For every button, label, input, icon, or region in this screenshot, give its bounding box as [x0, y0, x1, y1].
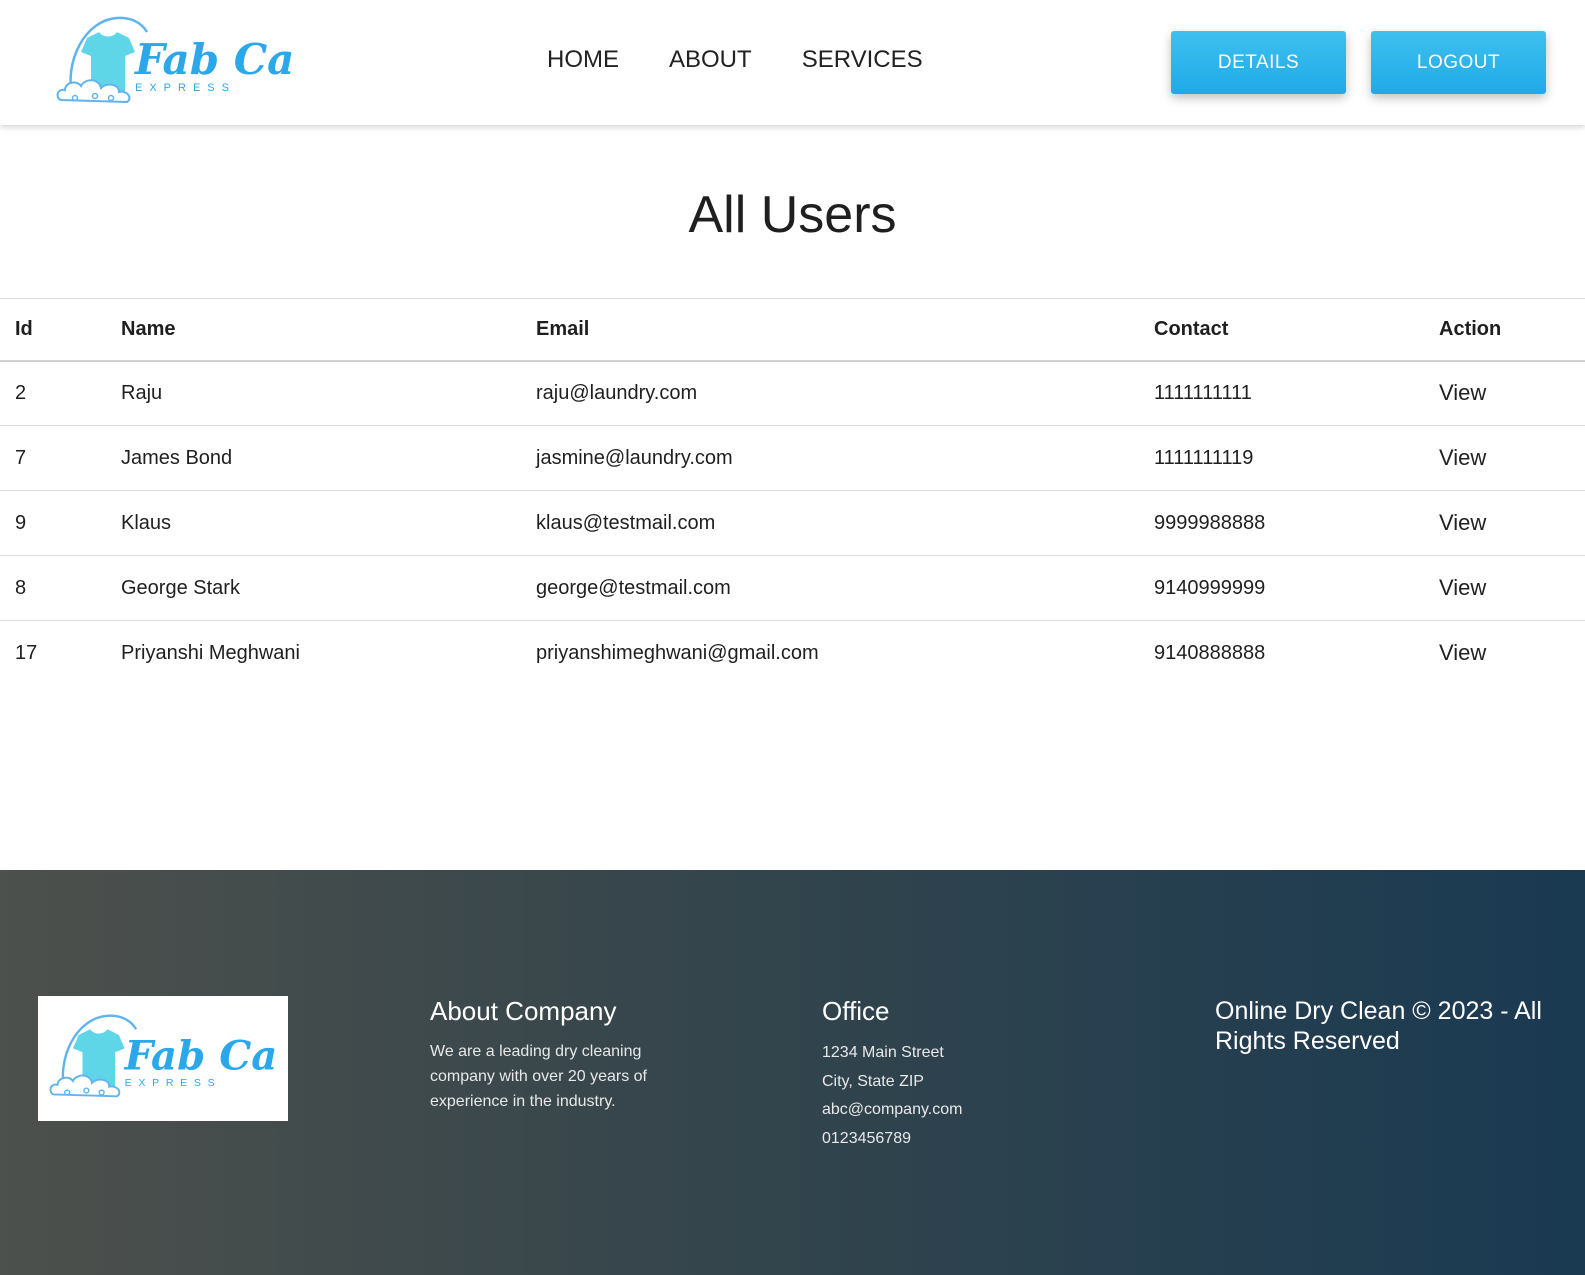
users-table: Id Name Email Contact Action 2 Raju raju…	[0, 298, 1585, 686]
table-row: 7 James Bond jasmine@laundry.com 1111111…	[0, 426, 1585, 491]
cell-id: 7	[15, 446, 27, 469]
cell-id: 8	[15, 576, 27, 599]
cell-name: Raju	[121, 381, 163, 404]
footer-logo: Fab Care EXPRESS	[38, 996, 288, 1121]
column-header-action: Action	[1439, 317, 1502, 340]
footer-logo-icon: Fab Care EXPRESS	[49, 1014, 278, 1098]
view-user-link[interactable]: View	[1439, 445, 1486, 470]
cell-contact: 1111111111	[1154, 381, 1252, 404]
office-email: abc@company.com	[822, 1101, 963, 1118]
column-header-email: Email	[536, 317, 590, 340]
view-user-link[interactable]: View	[1439, 510, 1486, 535]
table-header-row: Id Name Email Contact Action	[0, 298, 1585, 361]
main-nav: HOME ABOUT SERVICES	[547, 46, 973, 74]
column-header-name: Name	[121, 317, 176, 340]
footer-copyright: Online Dry Clean © 2023 - All Rights Res…	[1215, 997, 1542, 1055]
cell-email: priyanshimeghwani@gmail.com	[536, 641, 819, 664]
cell-email: klaus@testmail.com	[536, 511, 716, 534]
cell-contact: 1111111119	[1154, 446, 1254, 469]
cell-contact: 9140999999	[1154, 576, 1266, 599]
cell-id: 9	[15, 511, 27, 534]
footer-office-heading: Office	[822, 996, 890, 1026]
svg-text:Fab Care: Fab Care	[124, 1033, 278, 1080]
view-user-link[interactable]: View	[1439, 575, 1486, 600]
users-table-container: Id Name Email Contact Action 2 Raju raju…	[0, 298, 1585, 686]
cell-id: 2	[15, 381, 27, 404]
footer-about-text: We are a leading dry cleaning company wi…	[430, 1043, 647, 1110]
cell-name: James Bond	[121, 446, 233, 469]
cell-action: View	[1424, 361, 1585, 426]
cell-contact: 9140888888	[1154, 641, 1266, 664]
cell-name: Klaus	[121, 511, 172, 534]
details-button[interactable]: DETAILS	[1171, 31, 1346, 94]
logo-icon: Fab Care EXPRESS	[56, 16, 343, 104]
cell-action: View	[1424, 556, 1585, 621]
site-footer: Fab Care EXPRESS About Company We are a …	[0, 870, 1585, 1275]
nav-services[interactable]: SERVICES	[802, 46, 923, 74]
brand-logo[interactable]: Fab Care EXPRESS	[55, 12, 343, 112]
column-header-id: Id	[15, 317, 33, 340]
nav-about[interactable]: ABOUT	[669, 46, 752, 74]
view-user-link[interactable]: View	[1439, 640, 1486, 665]
table-row: 17 Priyanshi Meghwani priyanshimeghwani@…	[0, 621, 1585, 686]
logout-button[interactable]: LOGOUT	[1371, 31, 1546, 94]
table-row: 8 George Stark george@testmail.com 91409…	[0, 556, 1585, 621]
svg-text:Fab Care: Fab Care	[134, 35, 295, 84]
svg-text:EXPRESS: EXPRESS	[125, 1077, 222, 1089]
view-user-link[interactable]: View	[1439, 380, 1486, 405]
footer-office: Office 1234 Main Street City, State ZIP …	[822, 996, 1082, 1153]
footer-about-heading: About Company	[430, 996, 617, 1026]
cell-contact: 9999988888	[1154, 511, 1266, 534]
cell-action: View	[1424, 426, 1585, 491]
nav-home[interactable]: HOME	[547, 46, 619, 74]
cell-email: george@testmail.com	[536, 576, 731, 599]
cell-action: View	[1424, 491, 1585, 556]
svg-text:EXPRESS: EXPRESS	[135, 82, 236, 94]
table-row: 2 Raju raju@laundry.com 1111111111 View	[0, 361, 1585, 426]
cell-id: 17	[15, 641, 38, 664]
office-city-line: City, State ZIP	[822, 1072, 924, 1090]
cell-action: View	[1424, 621, 1585, 686]
table-row: 9 Klaus klaus@testmail.com 9999988888 Vi…	[0, 491, 1585, 556]
office-address-line: 1234 Main Street	[822, 1044, 944, 1061]
cell-name: Priyanshi Meghwani	[121, 641, 300, 664]
site-header: Fab Care EXPRESS HOME ABOUT SERVICES DET…	[0, 0, 1585, 125]
office-phone: 0123456789	[822, 1129, 911, 1147]
cell-email: raju@laundry.com	[536, 381, 698, 404]
column-header-contact: Contact	[1154, 317, 1229, 340]
footer-about: About Company We are a leading dry clean…	[430, 996, 670, 1114]
cell-name: George Stark	[121, 576, 240, 599]
page-title: All Users	[688, 186, 897, 244]
cell-email: jasmine@laundry.com	[536, 446, 733, 469]
